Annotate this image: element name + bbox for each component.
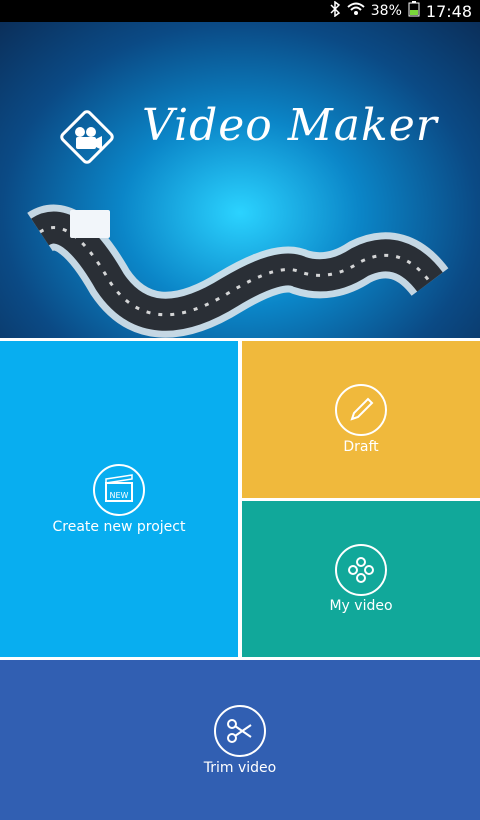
status-icons: 38% 17:48 — [329, 0, 472, 22]
header-banner: Video Maker — [0, 22, 480, 340]
pencil-icon — [335, 384, 387, 436]
scissors-icon — [214, 705, 266, 757]
create-new-project-button[interactable]: NEW Create new project — [0, 341, 238, 657]
wifi-icon — [347, 2, 365, 20]
battery-percent: 38% — [370, 3, 402, 19]
clapperboard-icon — [93, 464, 145, 516]
film-reel-icon — [335, 544, 387, 596]
clock: 17:48 — [425, 1, 472, 21]
trim-video-button[interactable]: Trim video — [0, 660, 480, 820]
draft-label: Draft — [343, 439, 379, 455]
trim-video-label: Trim video — [203, 760, 277, 776]
my-video-label: My video — [329, 598, 393, 614]
divider — [242, 498, 480, 501]
new-badge: NEW — [109, 491, 129, 500]
my-video-button[interactable]: My video — [242, 501, 480, 657]
film-strip-illustration — [27, 204, 449, 338]
status-bar: 38% 17:48 — [0, 0, 480, 22]
draft-button[interactable]: Draft — [242, 341, 480, 498]
bluetooth-icon — [329, 0, 341, 21]
divider — [0, 657, 480, 660]
battery-icon — [408, 1, 420, 21]
create-new-project-label: Create new project — [52, 519, 186, 535]
